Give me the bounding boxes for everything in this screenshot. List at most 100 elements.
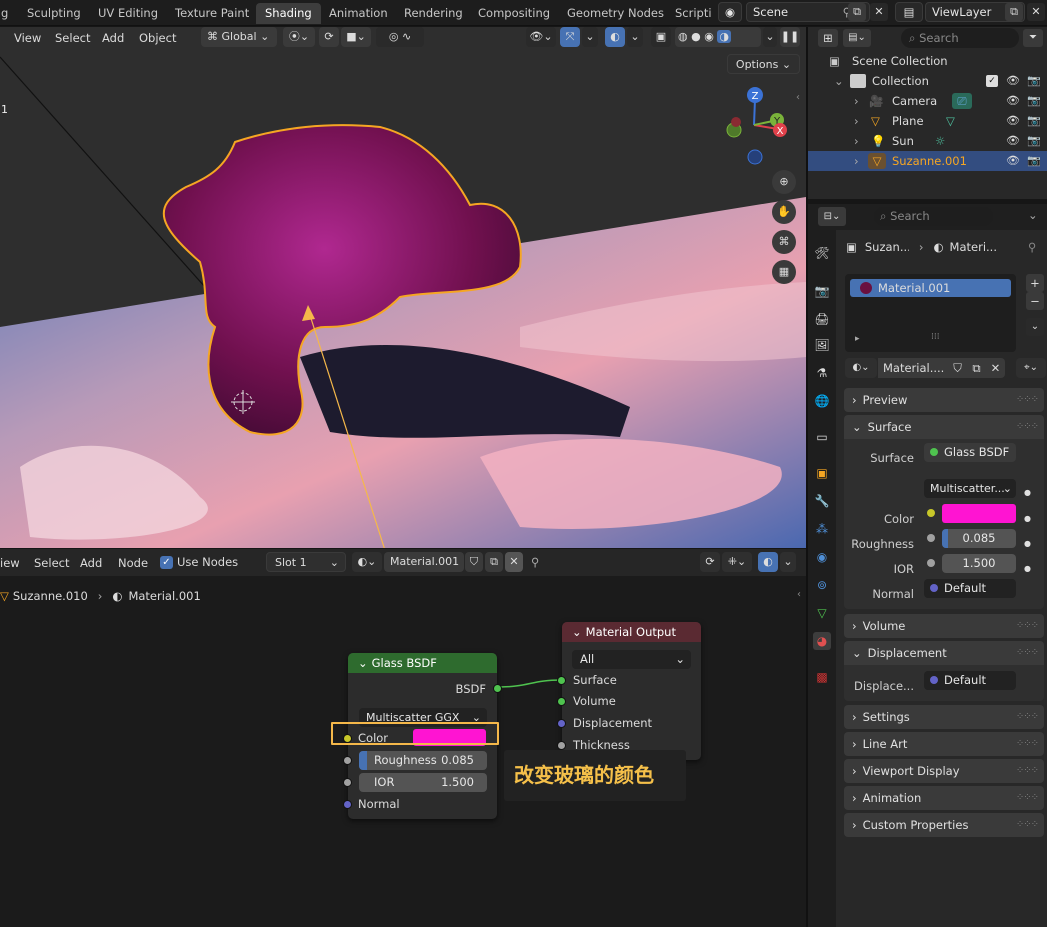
tool-tab-icon[interactable]: 🛠 <box>813 244 831 262</box>
displacement-input-socket[interactable] <box>557 719 566 728</box>
decorator-dot-icon[interactable]: ● <box>1024 481 1031 505</box>
menu-object[interactable]: Object <box>139 30 176 46</box>
resize-grip-icon[interactable]: ⁞⁞⁞ <box>931 332 940 342</box>
gizmo-dropdown-icon[interactable]: ⌄ <box>582 27 598 47</box>
normal-input-socket[interactable] <box>343 800 352 809</box>
decorator-dot-icon[interactable]: ● <box>1024 507 1031 531</box>
output-node-header[interactable]: ⌄ Material Output <box>562 622 701 642</box>
options-dropdown[interactable]: Options ⌄ <box>727 54 800 74</box>
surface-input-socket[interactable] <box>557 676 566 685</box>
expand-chevron-icon[interactable]: › <box>852 764 857 778</box>
material-name-field[interactable]: Material.... <box>878 358 948 378</box>
link-mode-icon[interactable]: ⌖⌄ <box>1016 358 1046 378</box>
drag-handle-icon[interactable]: ⁘⁘⁘ <box>1016 786 1039 810</box>
pivot-point-icon[interactable]: ⦿⌄ <box>283 27 315 47</box>
camera-view-icon[interactable]: ⌘ <box>772 230 796 254</box>
panel-preview[interactable]: › Preview ⁘⁘⁘ <box>844 388 1044 412</box>
sun-light-data-icon[interactable]: ☼ <box>935 131 945 151</box>
material-output-node[interactable]: ⌄ Material Output All ⌄ Surface Volume Dis… <box>557 622 701 760</box>
shading-dropdown-icon[interactable]: ⌄ <box>763 27 777 47</box>
rendered-shading-icon[interactable]: ◑ <box>717 30 731 43</box>
fake-user-shield-icon[interactable]: ⛉ <box>948 358 967 378</box>
material-browse-icon[interactable]: ◐⌄ <box>845 358 877 378</box>
displacement-field[interactable]: Default <box>924 671 1016 690</box>
object-tab-icon[interactable]: ▣ <box>813 464 831 482</box>
xray-icon[interactable]: ▣ <box>651 27 671 47</box>
outliner-search-input[interactable]: ⌕ Search <box>901 28 1019 48</box>
surface-shader-field[interactable]: Glass BSDF <box>924 443 1016 462</box>
exclude-checkbox-icon[interactable]: ✓ <box>986 75 998 87</box>
snap-icon[interactable]: ⟳ <box>319 27 339 47</box>
decorator-dot-icon[interactable]: ● <box>1024 532 1031 556</box>
menu-select[interactable]: Select <box>55 30 90 46</box>
collapse-chevron-icon[interactable]: ⌄ <box>852 420 862 434</box>
view-layer-icon[interactable]: ▤ <box>895 2 923 22</box>
new-scene-icon[interactable]: ⧉ <box>848 3 866 21</box>
output-tab-icon[interactable]: 🖨 <box>813 310 831 328</box>
texture-tab-icon[interactable]: ▩ <box>813 668 831 686</box>
drag-handle-icon[interactable]: ⁘⁘⁘ <box>1016 705 1039 729</box>
data-tab-icon[interactable]: ▽ <box>813 604 831 622</box>
unlink-material-icon[interactable]: ✕ <box>986 358 1005 378</box>
solid-shading-icon[interactable]: ● <box>691 30 701 43</box>
tab-animation[interactable]: Animation <box>320 3 397 24</box>
tab-layout[interactable]: g <box>0 3 17 24</box>
collapse-chevron-icon[interactable]: ⌄ <box>572 625 582 639</box>
drag-handle-icon[interactable]: ⁘⁘⁘ <box>1016 415 1039 439</box>
collection-row[interactable]: ⌄ Collection ✓ 👁 📷 <box>808 71 1047 91</box>
view-layer-tab-icon[interactable]: 🖼 <box>813 336 831 354</box>
options-chevron-icon[interactable]: ⌄ <box>1028 208 1038 222</box>
filter-icon[interactable]: ⏷ <box>1023 29 1043 47</box>
tab-uv-editing[interactable]: UV Editing <box>89 3 167 24</box>
wireframe-shading-icon[interactable]: ◍ <box>678 30 688 43</box>
scene-collection-row[interactable]: ▣ Scene Collection <box>808 51 1047 71</box>
ior-field[interactable]: 1.500 <box>942 554 1016 573</box>
menu-add[interactable]: Add <box>102 30 124 46</box>
eye-icon[interactable]: 👁 <box>1006 151 1020 171</box>
panel-settings[interactable]: › Settings ⁘⁘⁘ <box>844 705 1044 729</box>
expand-chevron-icon[interactable]: › <box>854 151 859 171</box>
remove-slot-icon[interactable]: − <box>1026 292 1044 310</box>
expand-chevron-icon[interactable]: › <box>854 131 859 151</box>
roughness-field[interactable]: 0.085 <box>942 529 1016 548</box>
drag-handle-icon[interactable]: ⁘⁘⁘ <box>1016 641 1039 665</box>
eye-icon[interactable]: 👁 <box>1006 131 1020 151</box>
decorator-dot-icon[interactable]: ● <box>1024 557 1031 581</box>
panel-viewport-display[interactable]: › Viewport Display ⁘⁘⁘ <box>844 759 1044 783</box>
expand-chevron-icon[interactable]: › <box>852 710 857 724</box>
thickness-input-socket[interactable] <box>557 741 566 750</box>
expand-chevron-icon[interactable]: › <box>854 91 859 111</box>
shading-mode-group[interactable]: ◍ ● ◉ ◑ <box>675 27 761 47</box>
outliner[interactable]: ⊞ ▤⌄ ⌕ Search ⏷ ▣ Scene Collection ⌄ Col… <box>808 27 1047 199</box>
camera-data-icon[interactable]: ⎚ <box>952 93 972 109</box>
area-divider[interactable] <box>808 199 1047 204</box>
expand-chevron-icon[interactable]: › <box>852 737 857 751</box>
material-tab-icon[interactable]: ◕ <box>813 632 831 650</box>
transform-orientation-dropdown[interactable]: ⌘ Global ⌄ <box>201 27 277 47</box>
bsdf-output-socket[interactable] <box>493 684 502 693</box>
slot-specials-icon[interactable]: ⌄ <box>1026 318 1044 336</box>
overlay-dropdown-icon[interactable]: ⌄ <box>627 27 643 47</box>
material-shading-icon[interactable]: ◉ <box>704 30 714 43</box>
ior-input-socket[interactable] <box>343 778 352 787</box>
collapse-chevron-icon[interactable]: ⌄ <box>358 656 368 670</box>
camera-render-icon[interactable]: 📷 <box>1027 131 1041 151</box>
panel-line-art[interactable]: › Line Art ⁘⁘⁘ <box>844 732 1044 756</box>
tab-scripting[interactable]: Scripti <box>666 3 712 24</box>
normal-field[interactable]: Default <box>924 579 1016 598</box>
physics-tab-icon[interactable]: ◉ <box>813 548 831 566</box>
outliner-item-suzanne[interactable]: › ▽ Suzanne.001 👁 📷 <box>808 151 1047 171</box>
editor-type-icon[interactable]: ⊟⌄ <box>818 207 846 226</box>
material-slot-list[interactable]: Material.001 ▸ ⁞⁞⁞ <box>845 274 1016 352</box>
gizmo-toggle-icon[interactable]: ⤧ <box>560 27 580 47</box>
camera-render-icon[interactable]: 📷 <box>1027 71 1041 91</box>
viewport-scene[interactable] <box>0 27 806 548</box>
visibility-icon[interactable]: 👁⌄ <box>526 27 556 47</box>
shader-node-editor[interactable]: iew Select Add Node ✓ Use Nodes Slot 1 ⌄ … <box>0 549 806 927</box>
volume-input-socket[interactable] <box>557 697 566 706</box>
pause-render-icon[interactable]: ❚❚ <box>780 27 800 47</box>
expand-triangle-icon[interactable]: ▸ <box>855 334 860 344</box>
expand-chevron-icon[interactable]: ⌄ <box>834 71 844 91</box>
ior-field[interactable]: IOR 1.500 <box>359 773 487 792</box>
menu-view[interactable]: View <box>14 30 41 46</box>
